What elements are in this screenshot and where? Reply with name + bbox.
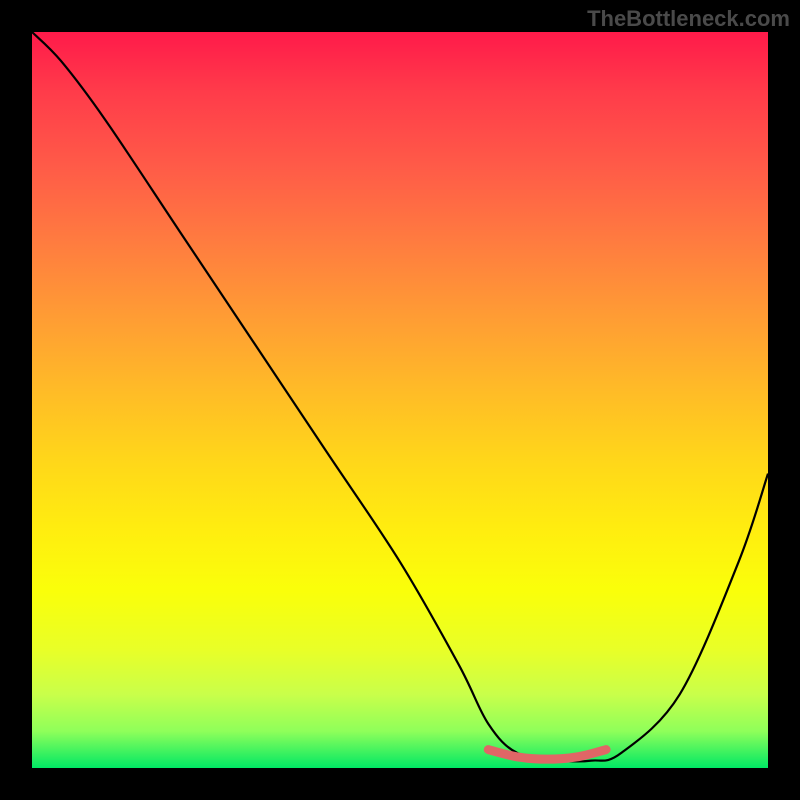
optimum-marker xyxy=(488,750,606,760)
chart-svg xyxy=(32,32,768,768)
watermark-text: TheBottleneck.com xyxy=(587,6,790,32)
bottleneck-curve xyxy=(32,32,768,762)
chart-plot-area xyxy=(32,32,768,768)
